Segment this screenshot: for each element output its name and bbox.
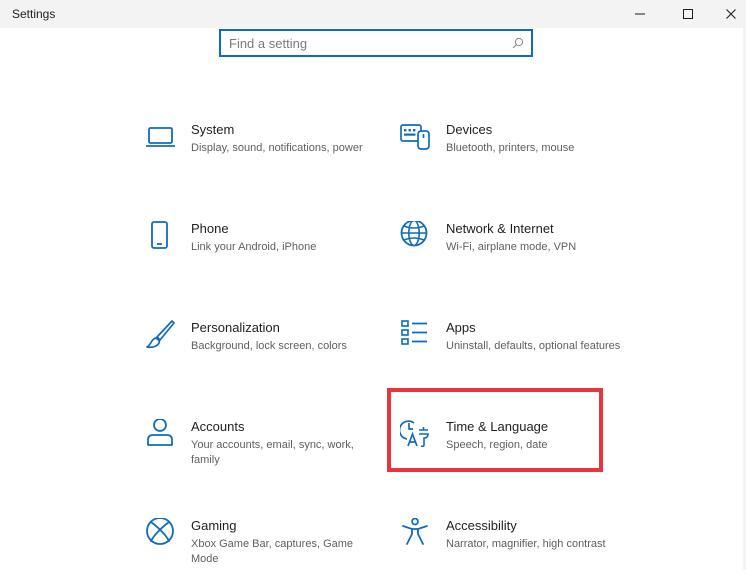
minimize-button[interactable] <box>617 0 663 28</box>
tile-title: System <box>191 122 235 137</box>
time-language-icon <box>400 419 432 451</box>
tile-title: Time & Language <box>446 419 549 434</box>
tile-time-language[interactable]: Time & Language Speech, region, date <box>400 419 650 489</box>
tile-description: Wi-Fi, airplane mode, VPN <box>446 241 577 253</box>
tile-description: Bluetooth, printers, mouse <box>446 142 575 154</box>
tile-title: Gaming <box>191 518 237 533</box>
tile-phone[interactable]: Phone Link your Android, iPhone <box>145 221 395 291</box>
globe-icon <box>400 221 432 253</box>
devices-icon <box>400 122 432 154</box>
window-title: Settings <box>12 7 56 21</box>
tile-devices[interactable]: Devices Bluetooth, printers, mouse <box>400 122 650 192</box>
tile-personalization[interactable]: Personalization Background, lock screen,… <box>145 320 395 390</box>
tile-accessibility[interactable]: Accessibility Narrator, magnifier, high … <box>400 518 650 588</box>
tile-system[interactable]: System Display, sound, notifications, po… <box>145 122 395 192</box>
person-icon <box>145 419 177 451</box>
tile-gaming[interactable]: Gaming Xbox Game Bar, captures, Game Mod… <box>145 518 395 588</box>
phone-icon <box>145 221 177 253</box>
minimize-icon <box>635 13 645 15</box>
accessibility-icon <box>400 518 432 550</box>
title-bar: Settings <box>0 0 746 28</box>
tile-apps[interactable]: Apps Uninstall, defaults, optional featu… <box>400 320 650 390</box>
tile-description: Uninstall, defaults, optional features <box>446 340 621 352</box>
tile-accounts[interactable]: Accounts Your accounts, email, sync, wor… <box>145 419 395 489</box>
tile-title: Accounts <box>191 419 245 434</box>
tile-description: Background, lock screen, colors <box>191 340 347 352</box>
search-icon <box>512 37 524 49</box>
maximize-icon <box>683 9 693 19</box>
close-icon <box>726 9 736 19</box>
laptop-icon <box>145 122 177 154</box>
search-input[interactable] <box>229 33 509 53</box>
tile-description: Link your Android, iPhone <box>191 241 317 253</box>
tile-description: Xbox Game Bar, captures, Game Mode <box>191 538 354 565</box>
tile-title: Apps <box>446 320 476 335</box>
tile-description: Speech, region, date <box>446 439 548 451</box>
maximize-button[interactable] <box>665 0 711 28</box>
tile-title: Personalization <box>191 320 280 335</box>
tile-description: Display, sound, notifications, power <box>191 142 363 154</box>
tile-description: Narrator, magnifier, high contrast <box>446 538 606 550</box>
tile-title: Devices <box>446 122 493 137</box>
tile-title: Network & Internet <box>446 221 554 236</box>
tile-description: Your accounts, email, sync, work, family <box>191 439 354 466</box>
tile-network-internet[interactable]: Network & Internet Wi-Fi, airplane mode,… <box>400 221 650 291</box>
tile-title: Phone <box>191 221 229 236</box>
paintbrush-icon <box>145 320 177 352</box>
close-button[interactable] <box>708 0 746 28</box>
tile-title: Accessibility <box>446 518 517 533</box>
apps-list-icon <box>400 320 432 352</box>
search-box[interactable] <box>219 29 533 57</box>
xbox-icon <box>145 518 177 550</box>
